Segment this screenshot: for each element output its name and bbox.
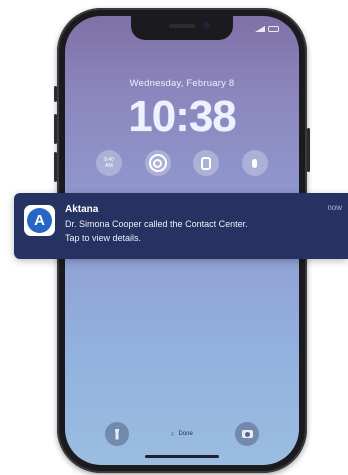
battery-icon — [268, 26, 279, 32]
watch-icon[interactable] — [193, 150, 220, 176]
notification-message-line1: Dr. Simona Cooper called the Contact Cen… — [65, 219, 248, 229]
activity-rings-icon[interactable] — [144, 150, 171, 176]
widget-period: AM — [105, 163, 113, 169]
notification-app-name: Aktana — [65, 204, 99, 215]
notification-message-line2: Tap to view details. — [65, 233, 142, 243]
lock-time: 10:38 — [128, 92, 237, 141]
notification-timestamp: now — [327, 203, 342, 212]
speaker — [169, 24, 195, 28]
widget-row: 9:40 AM — [96, 150, 268, 176]
microphone-icon[interactable] — [241, 150, 268, 176]
notification-message: Dr. Simona Cooper called the Contact Cen… — [65, 217, 305, 245]
focus-indicator[interactable]: ☾ Done — [155, 428, 209, 440]
volume-down-button — [54, 152, 57, 182]
home-indicator[interactable] — [145, 455, 219, 458]
lock-bottom-controls: ☾ Done — [65, 422, 299, 446]
camera-icon[interactable] — [235, 422, 259, 446]
volume-up-button — [54, 114, 57, 144]
notch — [131, 16, 233, 40]
app-icon-letter: A — [27, 208, 52, 233]
signal-icon — [255, 26, 265, 32]
status-bar — [255, 26, 279, 32]
push-notification[interactable]: A Aktana Dr. Simona Cooper called the Co… — [14, 193, 348, 259]
focus-label: Done — [178, 431, 193, 437]
flashlight-icon[interactable] — [105, 422, 129, 446]
lock-date: Wednesday, February 8 — [129, 78, 235, 89]
silent-switch — [54, 86, 57, 102]
focus-moon-icon: ☾ — [171, 431, 177, 438]
power-button — [307, 128, 310, 172]
clock-widget-icon[interactable]: 9:40 AM — [96, 150, 122, 176]
aktana-app-icon: A — [24, 205, 55, 236]
front-camera — [203, 22, 210, 29]
